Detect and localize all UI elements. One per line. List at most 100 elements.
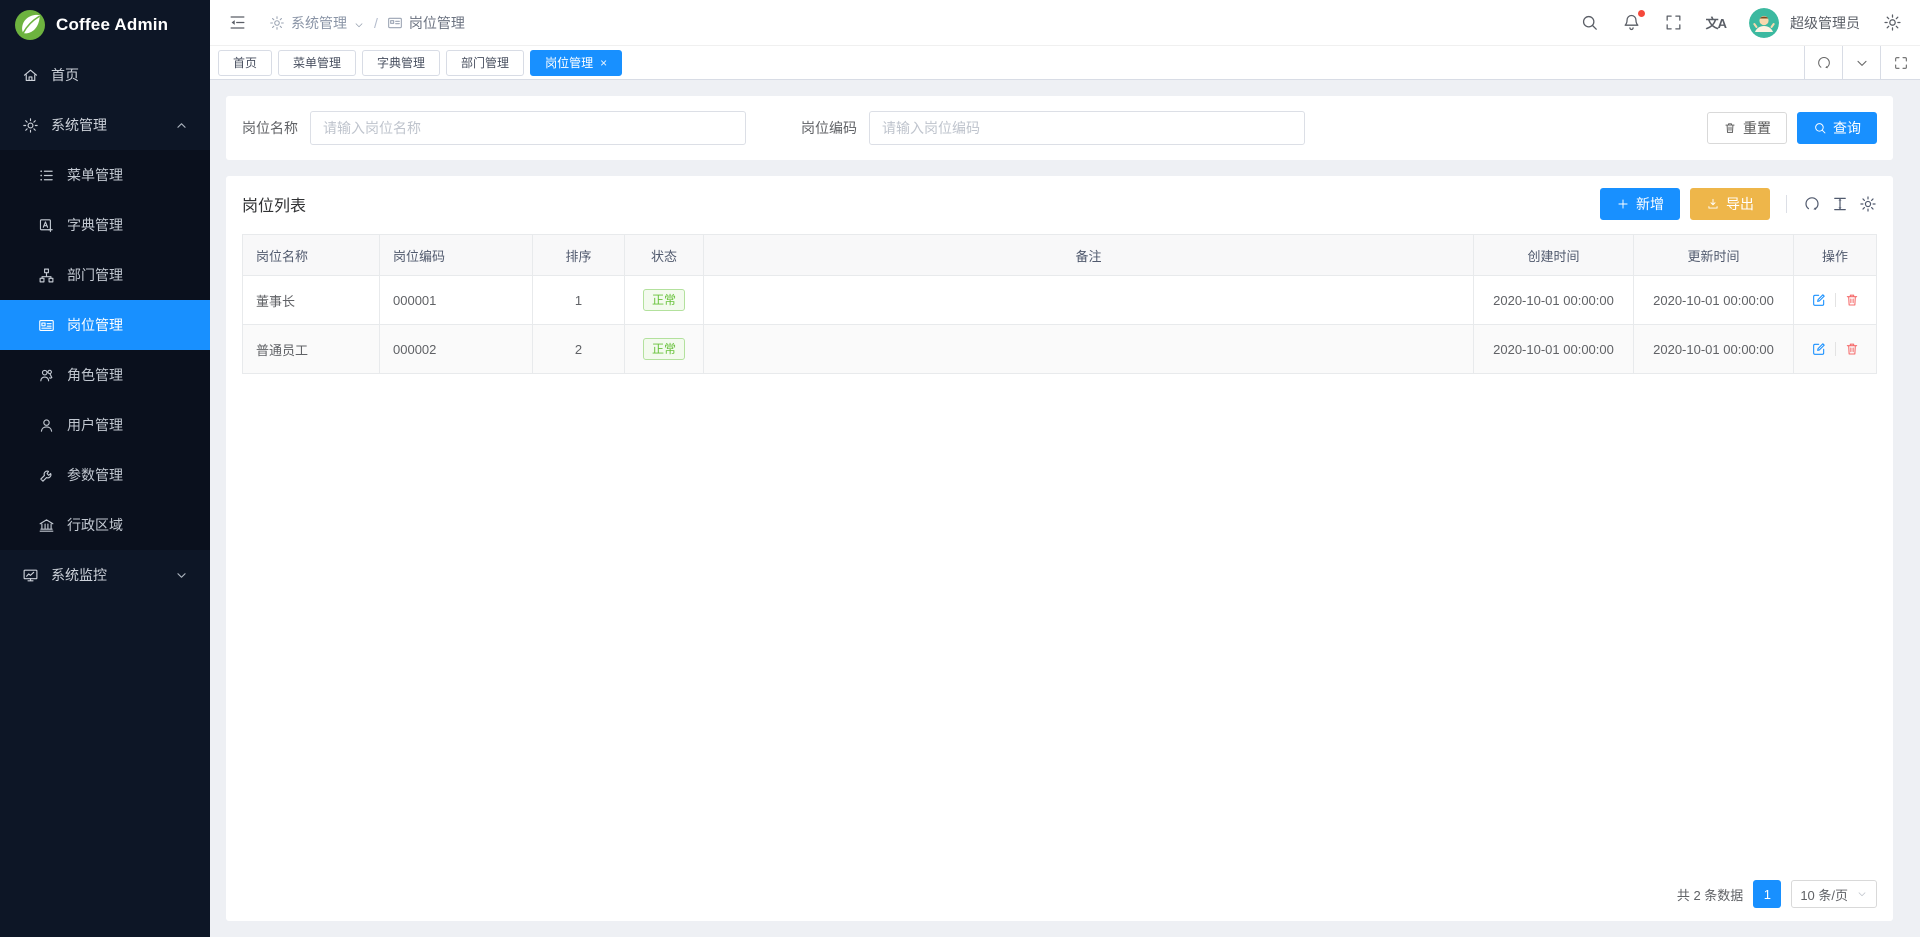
tab-home[interactable]: 首页 <box>218 50 272 76</box>
cell-remark <box>704 325 1474 374</box>
delete-icon[interactable] <box>1844 341 1860 357</box>
cell-updated: 2020-10-01 00:00:00 <box>1634 325 1794 374</box>
sidebar: Coffee Admin 首页 系统管理 <box>0 0 210 937</box>
reset-button[interactable]: 重置 <box>1707 112 1787 144</box>
refresh-icon[interactable] <box>1803 195 1821 213</box>
table-row: 普通员工 000002 2 正常 2020-10-01 00:00:00 202… <box>243 325 1877 374</box>
sidebar-item-label: 系统监控 <box>51 565 107 585</box>
sidebar-item-post-mgmt[interactable]: 岗位管理 <box>0 300 210 350</box>
tab-dict-mgmt[interactable]: 字典管理 <box>362 50 440 76</box>
user-icon <box>38 417 55 434</box>
edit-icon[interactable] <box>1811 341 1827 357</box>
notification-badge <box>1638 10 1645 17</box>
sidebar-item-system-mgmt[interactable]: 系统管理 <box>0 100 210 150</box>
sidebar-item-admin-region[interactable]: 行政区域 <box>0 500 210 550</box>
post-code-input[interactable] <box>869 111 1305 145</box>
edit-icon[interactable] <box>1811 292 1827 308</box>
leaf-logo-icon <box>14 9 46 41</box>
col-header-sort: 排序 <box>533 235 625 276</box>
pagination: 共 2 条数据 1 10 条/页 <box>1677 880 1877 908</box>
close-icon[interactable]: × <box>600 57 607 69</box>
add-button[interactable]: 新增 <box>1600 188 1680 220</box>
sidebar-item-home[interactable]: 首页 <box>0 50 210 100</box>
sidebar-item-param-mgmt[interactable]: 参数管理 <box>0 450 210 500</box>
user-name[interactable]: 超级管理员 <box>1790 13 1860 33</box>
sidebar-item-label: 部门管理 <box>67 265 123 285</box>
post-table: 岗位名称 岗位编码 排序 状态 备注 创建时间 更新时间 操作 董事长 <box>242 234 1877 374</box>
translate-icon[interactable]: 文A <box>1706 13 1726 32</box>
tab-menu-mgmt[interactable]: 菜单管理 <box>278 50 356 76</box>
tags-controls <box>1804 46 1920 80</box>
app-title: Coffee Admin <box>56 15 168 35</box>
navbar-right: 文A 超级管理员 <box>1580 8 1902 38</box>
refresh-icon[interactable] <box>1804 46 1842 80</box>
export-button[interactable]: 导出 <box>1690 188 1770 220</box>
post-code-label: 岗位编码 <box>801 118 857 138</box>
fullscreen-icon[interactable] <box>1664 13 1683 32</box>
tab-label: 岗位管理 <box>545 54 593 71</box>
form-item-post-code: 岗位编码 <box>801 111 1305 145</box>
cell-sort: 1 <box>533 276 625 325</box>
sidebar-item-system-monitor[interactable]: 系统监控 <box>0 550 210 600</box>
app-logo[interactable]: Coffee Admin <box>0 0 210 50</box>
query-button[interactable]: 查询 <box>1797 112 1877 144</box>
avatar[interactable] <box>1749 8 1779 38</box>
column-settings-gear-icon[interactable] <box>1859 195 1877 213</box>
sidebar-item-label: 菜单管理 <box>67 165 123 185</box>
cell-post-code: 000002 <box>380 325 533 374</box>
sidebar-item-menu-mgmt[interactable]: 菜单管理 <box>0 150 210 200</box>
sidebar-item-label: 岗位管理 <box>67 315 123 335</box>
breadcrumb-system[interactable]: 系统管理 <box>269 13 365 33</box>
notification-bell-icon[interactable] <box>1622 13 1641 32</box>
add-button-label: 新增 <box>1636 194 1664 214</box>
cell-created: 2020-10-01 00:00:00 <box>1474 325 1634 374</box>
cell-status: 正常 <box>625 325 704 374</box>
action-divider <box>1835 293 1836 307</box>
search-icon[interactable] <box>1580 13 1599 32</box>
page-size-select[interactable]: 10 条/页 <box>1791 880 1877 908</box>
cell-post-code: 000001 <box>380 276 533 325</box>
page-content: 岗位名称 岗位编码 重置 查询 <box>210 80 1920 937</box>
page-button-1[interactable]: 1 <box>1753 880 1781 908</box>
collapse-sidebar-icon[interactable] <box>228 13 247 32</box>
status-badge: 正常 <box>643 289 685 311</box>
tab-dept-mgmt[interactable]: 部门管理 <box>446 50 524 76</box>
col-header-updated: 更新时间 <box>1634 235 1794 276</box>
cell-post-name: 董事长 <box>243 276 380 325</box>
settings-gear-icon[interactable] <box>1883 13 1902 32</box>
gear-icon <box>269 15 285 31</box>
sidebar-item-label: 字典管理 <box>67 215 123 235</box>
menu-list-icon <box>38 167 55 184</box>
sidebar-menu: 首页 系统管理 菜单管理 <box>0 50 210 600</box>
post-name-input[interactable] <box>310 111 746 145</box>
org-tree-icon <box>38 267 55 284</box>
reset-button-label: 重置 <box>1743 118 1771 138</box>
tab-label: 部门管理 <box>461 54 509 71</box>
dictionary-icon <box>38 217 55 234</box>
col-header-status: 状态 <box>625 235 704 276</box>
sidebar-item-role-mgmt[interactable]: 角色管理 <box>0 350 210 400</box>
tab-label: 菜单管理 <box>293 54 341 71</box>
col-header-post-code: 岗位编码 <box>380 235 533 276</box>
tags-view-bar: 首页 菜单管理 字典管理 部门管理 岗位管理 × <box>210 46 1920 80</box>
breadcrumb: 系统管理 / 岗位管理 <box>269 13 465 33</box>
sidebar-item-user-mgmt[interactable]: 用户管理 <box>0 400 210 450</box>
sidebar-item-label: 首页 <box>51 65 79 85</box>
sidebar-item-dept-mgmt[interactable]: 部门管理 <box>0 250 210 300</box>
tabs-menu-chevron-icon[interactable] <box>1842 46 1880 80</box>
post-name-label: 岗位名称 <box>242 118 298 138</box>
id-card-icon <box>387 15 403 31</box>
cell-remark <box>704 276 1474 325</box>
tab-post-mgmt[interactable]: 岗位管理 × <box>530 50 622 76</box>
sidebar-item-dict-mgmt[interactable]: 字典管理 <box>0 200 210 250</box>
search-form-card: 岗位名称 岗位编码 重置 查询 <box>226 96 1893 160</box>
tab-label: 字典管理 <box>377 54 425 71</box>
row-density-icon[interactable] <box>1831 195 1849 213</box>
delete-icon[interactable] <box>1844 292 1860 308</box>
cell-sort: 2 <box>533 325 625 374</box>
page-size-value: 10 条/页 <box>1800 885 1848 904</box>
cell-post-name: 普通员工 <box>243 325 380 374</box>
col-header-remark: 备注 <box>704 235 1474 276</box>
content-fullscreen-icon[interactable] <box>1880 46 1920 80</box>
query-button-label: 查询 <box>1833 118 1861 138</box>
